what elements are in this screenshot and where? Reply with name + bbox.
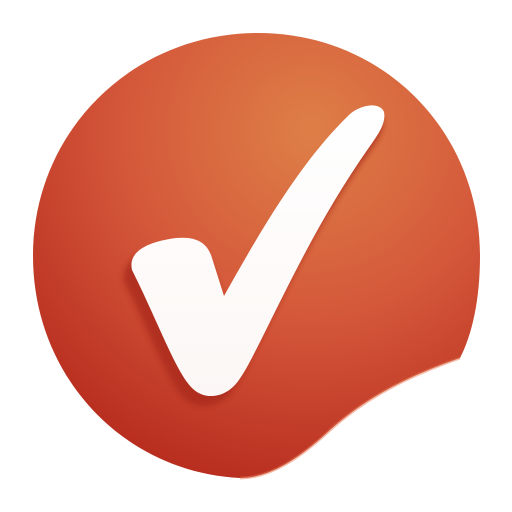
app-icon <box>0 0 512 512</box>
checkmark-sticker-icon <box>33 33 480 480</box>
